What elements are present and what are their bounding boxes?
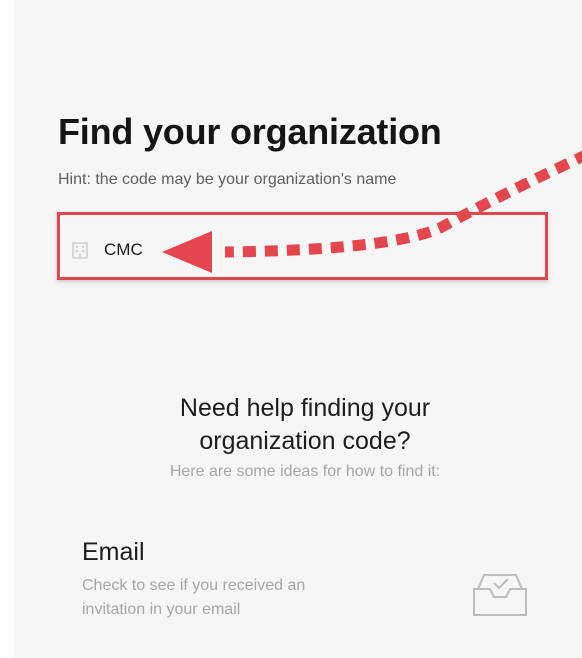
screen: Find your organization Hint: the code ma… [0, 0, 582, 658]
organization-code-input[interactable]: CMC [70, 232, 410, 268]
inbox-icon [473, 574, 527, 616]
page-title: Find your organization [58, 111, 442, 152]
help-heading-line-1: Need help finding your [179, 394, 431, 422]
organization-code-value: CMC [104, 240, 143, 259]
help-subtitle: Here are some ideas for how to find it: [169, 463, 441, 480]
help-heading: Need help finding your organization code… [100, 392, 510, 458]
building-icon [72, 242, 88, 259]
email-option-description: Check to see if you received an invitati… [82, 574, 382, 622]
help-heading-line-2: organization code? [199, 427, 411, 455]
email-option-description-line-1: Check to see if you received an [82, 577, 306, 594]
email-option-description-line-2: invitation in your email [82, 601, 241, 618]
hint-text: Hint: the code may be your organization'… [58, 171, 397, 188]
email-option-title[interactable]: Email [82, 538, 145, 567]
